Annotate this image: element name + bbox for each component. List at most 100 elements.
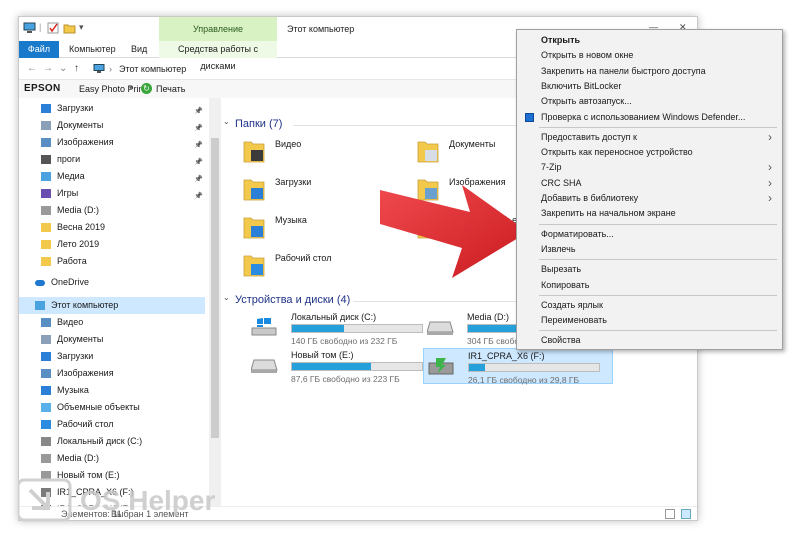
forward-button[interactable]: → (43, 63, 53, 74)
sidebar-item-label: Загрузки (57, 351, 94, 361)
sidebar-item[interactable]: Видео (19, 314, 205, 331)
dropdown-icon[interactable]: ▾ (129, 84, 133, 92)
menu-item[interactable]: Закрепить на начальном экране (519, 206, 780, 221)
new-folder-icon[interactable] (63, 22, 76, 34)
menu-item[interactable]: Включить BitLocker (519, 79, 780, 94)
scrollbar-thumb[interactable] (211, 138, 219, 438)
menu-item[interactable]: 7-Zip › (519, 160, 780, 175)
address-box[interactable]: › Этот компьютер (91, 61, 531, 77)
drive-c-icon (41, 437, 51, 446)
sidebar-item-label: Загрузки (57, 103, 94, 113)
submenu-chevron-icon: › (768, 160, 772, 175)
folder-item[interactable]: Рабочий стол (233, 248, 393, 282)
folder-item[interactable]: Музыка (233, 210, 393, 244)
tab-file[interactable]: Файл (19, 41, 59, 58)
menu-item[interactable]: Свойства (519, 333, 780, 348)
menu-separator (539, 223, 777, 225)
computer-icon (35, 301, 45, 310)
folder-icon (41, 240, 51, 249)
tab-view[interactable]: Вид (125, 41, 153, 58)
drive-item[interactable]: Новый том (E:) 87,6 ГБ свободно из 223 ГБ (247, 348, 437, 384)
menu-separator (539, 126, 777, 128)
folder-label: Загрузки (275, 177, 312, 187)
collapse-chevron-icon[interactable]: ⌄ (223, 117, 230, 126)
easy-photo-print-button[interactable]: Easy Photo Print (79, 84, 146, 94)
back-button[interactable]: ← (27, 63, 37, 74)
folder-label: Музыка (275, 215, 307, 225)
watermark-text: OS Helper (80, 485, 215, 516)
up-button[interactable]: ↑ (74, 63, 79, 74)
sidebar-item-label: Музыка (57, 385, 89, 395)
menu-item[interactable]: Переименовать (519, 313, 780, 328)
menu-item[interactable]: CRC SHA › (519, 176, 780, 191)
sidebar-item[interactable]: Локальный диск (C:) (19, 433, 205, 450)
folders-header[interactable]: Папки (7) (235, 118, 282, 130)
sidebar-item[interactable]: Рабочий стол (19, 416, 205, 433)
drives-header[interactable]: Устройства и диски (4) (235, 294, 350, 306)
qat-dropdown-icon[interactable]: ▾ (79, 22, 92, 34)
sidebar-item[interactable]: OneDrive (19, 274, 205, 291)
folder-label: Документы (449, 139, 496, 149)
menu-item[interactable]: Вырезать (519, 262, 780, 277)
folder-item[interactable]: Видео (233, 134, 393, 168)
sidebar-item[interactable]: Загрузки 📌 (19, 100, 205, 117)
sidebar-item[interactable]: Медиа 📌 (19, 168, 205, 185)
sidebar-scrollbar[interactable] (209, 98, 221, 506)
drive-usage-fill (469, 364, 485, 371)
collapse-chevron-icon[interactable]: ⌄ (223, 293, 230, 302)
sidebar-item[interactable]: Изображения 📌 (19, 134, 205, 151)
desktop-folder-icon (243, 255, 265, 277)
menu-item[interactable]: Открыть как переносное устройство (519, 145, 780, 160)
window-title: Этот компьютер (287, 24, 355, 34)
downloads-folder-icon (243, 179, 265, 201)
sidebar-item[interactable]: Media (D:) (19, 450, 205, 467)
menu-item[interactable]: Копировать (519, 278, 780, 293)
hdd-icon (251, 359, 278, 373)
sidebar-item[interactable]: Игры 📌 (19, 185, 205, 202)
menu-item[interactable]: Закрепить на панели быстрого доступа (519, 64, 780, 79)
menu-item-label: Открыть как переносное устройство (541, 147, 693, 158)
sidebar-item[interactable]: проги 📌 (19, 151, 205, 168)
details-view-icon[interactable] (665, 509, 675, 519)
tab-disk-tools[interactable]: Средства работы с дисками (159, 41, 277, 71)
menu-item-label: Открыть автозапуск... (541, 96, 632, 107)
recent-dropdown-icon[interactable]: ⌄ (59, 63, 67, 74)
pictures-icon (41, 369, 51, 378)
windows-drive-icon (251, 318, 277, 336)
documents-icon (41, 121, 51, 130)
menu-item[interactable]: Предоставить доступ к › (519, 130, 780, 145)
drive-item[interactable]: IR1_CPRA_X6 (F:) 26,1 ГБ свободно из 29,8… (423, 348, 613, 385)
sidebar-item[interactable]: Media (D:) (19, 202, 205, 219)
sidebar-item[interactable]: Этот компьютер (19, 297, 205, 314)
computer-icon[interactable] (23, 22, 36, 34)
menu-item[interactable]: Открыть в новом окне (519, 48, 780, 63)
menu-item[interactable]: Форматировать... (519, 227, 780, 242)
sidebar-item[interactable]: Документы (19, 331, 205, 348)
print-button[interactable]: Печать (156, 84, 185, 94)
drive-item[interactable]: Локальный диск (C:) 140 ГБ свободно из 23… (247, 310, 437, 346)
hdd-icon (427, 321, 454, 335)
menu-item[interactable]: Добавить в библиотеку › (519, 191, 780, 206)
sidebar-item[interactable]: Лето 2019 (19, 236, 205, 253)
sidebar-item-label: Этот компьютер (51, 300, 119, 310)
drive-usage-fill (292, 325, 344, 332)
menu-item[interactable]: Открыть (519, 33, 780, 48)
tab-computer[interactable]: Компьютер (63, 41, 122, 58)
sidebar-item[interactable]: Загрузки (19, 348, 205, 365)
menu-item[interactable]: Создать ярлык (519, 298, 780, 313)
sidebar-item[interactable]: Объемные объекты (19, 399, 205, 416)
folder-item[interactable]: Загрузки (233, 172, 393, 206)
menu-item[interactable]: Открыть автозапуск... (519, 94, 780, 109)
sidebar-item[interactable]: Работа (19, 253, 205, 270)
sidebar-item[interactable]: Документы 📌 (19, 117, 205, 134)
menu-item-label: Извлечь (541, 243, 576, 254)
properties-check-icon[interactable] (47, 22, 60, 34)
sidebar-item[interactable]: Изображения (19, 365, 205, 382)
drive-name: Media (D:) (467, 312, 510, 322)
sidebar-item[interactable]: Музыка (19, 382, 205, 399)
menu-item[interactable]: Извлечь (519, 242, 780, 257)
tiles-view-icon[interactable] (681, 509, 691, 519)
menu-item[interactable]: Проверка с использованием Windows Defend… (519, 110, 780, 125)
breadcrumb[interactable]: Этот компьютер (119, 61, 186, 77)
sidebar-item[interactable]: Весна 2019 (19, 219, 205, 236)
